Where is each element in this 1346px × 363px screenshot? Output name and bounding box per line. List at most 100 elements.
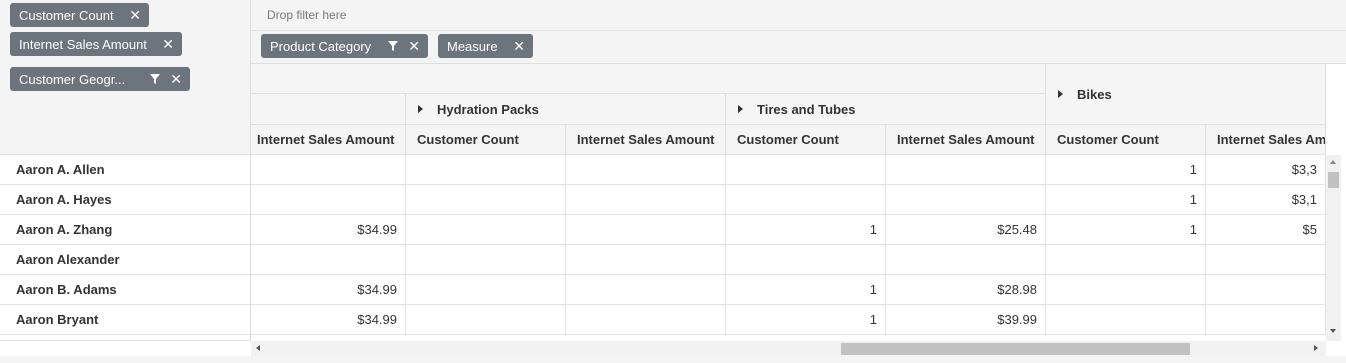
row-header[interactable]: Aaron Alexander <box>0 245 251 275</box>
measure-header[interactable]: Internet Sales Amount <box>251 125 406 155</box>
value-cell[interactable] <box>406 185 566 215</box>
value-cell[interactable]: $39.99 <box>886 305 1046 335</box>
group-label: Tires and Tubes <box>757 101 856 117</box>
value-cell[interactable] <box>566 275 726 305</box>
chip-label: Customer Count <box>19 7 114 23</box>
value-cell[interactable]: $3,1 <box>1206 185 1326 215</box>
value-cell[interactable]: $34.99 <box>251 305 406 335</box>
scroll-up-arrow-icon[interactable] <box>1330 160 1336 164</box>
value-cell[interactable] <box>1046 245 1206 275</box>
row-header[interactable]: Aaron A. Hayes <box>0 185 251 215</box>
measure-label: Internet Sales Am <box>1217 132 1326 147</box>
scroll-left-arrow-icon[interactable] <box>256 345 260 351</box>
value-cell[interactable]: 1 <box>1046 215 1206 245</box>
header-spacer <box>251 64 1046 94</box>
chip-label: Customer Geogr... <box>19 71 126 87</box>
filter-icon[interactable] <box>150 74 161 84</box>
value-cell[interactable]: 1 <box>1046 185 1206 215</box>
measure-header[interactable]: Internet Sales Amount <box>566 125 726 155</box>
value-cell[interactable] <box>1206 305 1326 335</box>
measure-header[interactable]: Customer Count <box>406 125 566 155</box>
group-header-hydration-packs[interactable]: Hydration Packs <box>406 94 726 125</box>
value-cell[interactable]: 1 <box>726 305 886 335</box>
value-cell[interactable] <box>406 155 566 185</box>
value-cell[interactable] <box>566 305 726 335</box>
measure-header[interactable]: Internet Sales Amount <box>886 125 1046 155</box>
vertical-scrollbar[interactable] <box>1326 155 1341 341</box>
column-chip-measure[interactable]: Measure ✕ <box>438 34 533 58</box>
value-cell[interactable] <box>251 185 406 215</box>
value-cell[interactable] <box>406 275 566 305</box>
value-cell[interactable]: $28.98 <box>886 275 1046 305</box>
value-cell[interactable]: 1 <box>726 275 886 305</box>
row-fields-pane: Customer Count ✕ Internet Sales Amount ✕… <box>0 0 251 155</box>
row-header[interactable]: Aaron Bryant <box>0 305 251 335</box>
value-cell[interactable] <box>251 245 406 275</box>
value-cell[interactable] <box>566 215 726 245</box>
chip-label: Internet Sales Amount <box>19 36 147 52</box>
close-icon[interactable]: ✕ <box>408 39 420 53</box>
measure-label: Internet Sales Amount <box>897 132 1035 147</box>
close-icon[interactable]: ✕ <box>162 37 174 51</box>
footer-strip <box>0 356 1346 363</box>
column-chip-product-category[interactable]: Product Category ✕ <box>261 34 428 58</box>
value-cell[interactable]: 1 <box>726 215 886 245</box>
row-header <box>0 335 251 341</box>
value-cell[interactable]: $5 <box>1206 215 1326 245</box>
value-cell[interactable] <box>886 155 1046 185</box>
close-icon[interactable]: ✕ <box>513 39 525 53</box>
header-spacer <box>251 94 406 125</box>
chip-label: Product Category <box>270 38 372 54</box>
close-icon[interactable]: ✕ <box>129 8 141 22</box>
row-header[interactable]: Aaron A. Allen <box>0 155 251 185</box>
value-cell[interactable] <box>566 185 726 215</box>
value-cell[interactable]: $34.99 <box>251 275 406 305</box>
horizontal-scroll-thumb[interactable] <box>841 343 1190 355</box>
horizontal-scrollbar[interactable] <box>251 341 1326 356</box>
group-header-bikes[interactable]: Bikes <box>1046 64 1326 125</box>
group-header-tires-and-tubes[interactable]: Tires and Tubes <box>726 94 1046 125</box>
expand-icon[interactable] <box>738 105 743 113</box>
row-header[interactable]: Aaron A. Zhang <box>0 215 251 245</box>
measure-header[interactable]: Customer Count <box>726 125 886 155</box>
value-cell[interactable]: $25.48 <box>886 215 1046 245</box>
close-icon[interactable]: ✕ <box>170 72 182 86</box>
measure-label: Customer Count <box>1057 132 1159 147</box>
filter-icon[interactable] <box>388 41 399 51</box>
value-cell[interactable] <box>566 245 726 275</box>
column-fields-zone: Product Category ✕ Measure ✕ <box>251 31 1346 64</box>
value-cell[interactable] <box>1046 305 1206 335</box>
value-cell[interactable]: $34.99 <box>251 215 406 245</box>
measure-header[interactable]: Internet Sales Am <box>1206 125 1326 155</box>
expand-icon[interactable] <box>1058 90 1063 98</box>
group-label: Bikes <box>1077 86 1112 102</box>
value-cell[interactable] <box>406 245 566 275</box>
value-cell[interactable] <box>566 155 726 185</box>
drop-filter-placeholder: Drop filter here <box>267 8 347 22</box>
row-chip-customer-geography[interactable]: Customer Geogr... ✕ <box>10 67 190 91</box>
value-cell[interactable] <box>251 155 406 185</box>
row-chip-customer-count[interactable]: Customer Count ✕ <box>10 3 149 27</box>
row-chip-internet-sales-amount[interactable]: Internet Sales Amount ✕ <box>10 32 182 56</box>
expand-icon[interactable] <box>418 105 423 113</box>
value-cell[interactable] <box>1046 275 1206 305</box>
value-cell[interactable] <box>726 155 886 185</box>
vertical-scroll-thumb[interactable] <box>1328 172 1339 188</box>
row-header[interactable]: Aaron B. Adams <box>0 275 251 305</box>
value-cell[interactable] <box>886 185 1046 215</box>
value-cell[interactable] <box>886 245 1046 275</box>
scroll-down-arrow-icon[interactable] <box>1330 329 1336 333</box>
value-cell[interactable] <box>1206 245 1326 275</box>
scroll-right-arrow-icon[interactable] <box>1314 345 1318 351</box>
value-cell[interactable]: $3,3 <box>1206 155 1326 185</box>
value-cell[interactable] <box>726 185 886 215</box>
filter-drop-zone[interactable]: Drop filter here <box>251 0 1346 31</box>
value-cell[interactable]: 1 <box>1046 155 1206 185</box>
value-cell[interactable] <box>726 245 886 275</box>
value-cell[interactable] <box>1206 275 1326 305</box>
measure-header[interactable]: Customer Count <box>1046 125 1206 155</box>
value-cell[interactable] <box>406 215 566 245</box>
value-cell[interactable] <box>406 305 566 335</box>
chip-label: Measure <box>447 38 498 54</box>
measure-label: Internet Sales Amount <box>577 132 715 147</box>
